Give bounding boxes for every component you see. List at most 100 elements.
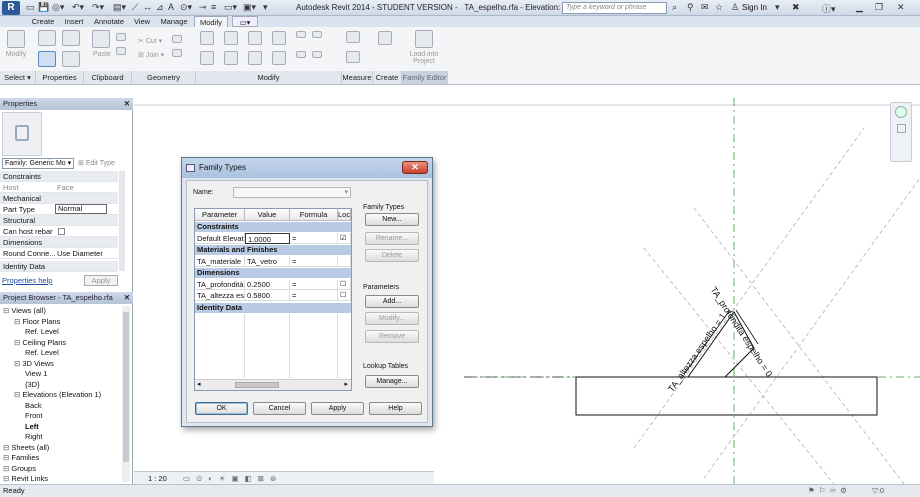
delete-type-button[interactable]: Delete	[365, 249, 419, 262]
col-value[interactable]: Value	[245, 209, 290, 221]
can-host-rebar-checkbox[interactable]	[58, 228, 65, 235]
tab-insert[interactable]: Insert	[61, 16, 87, 27]
group-dimensions[interactable]: Dimensions	[0, 237, 118, 248]
aligned-dimension-icon[interactable]	[346, 51, 360, 63]
grp-dimensions[interactable]: Dimensions	[195, 268, 351, 278]
save-icon[interactable]: 💾	[38, 2, 49, 13]
lock-checkbox[interactable]: ☑	[338, 233, 351, 244]
col-formula[interactable]: Formula	[290, 209, 338, 221]
browser-item[interactable]: ⊟ Revit Links	[3, 474, 48, 482]
close-hidden-icon[interactable]: ▭▾	[224, 2, 237, 13]
help-search-input[interactable]: Type a keyword or phrase	[562, 2, 667, 14]
application-menu-button[interactable]: R	[2, 1, 20, 15]
user-icon[interactable]: ♙	[731, 2, 739, 13]
match-icon[interactable]	[116, 47, 126, 55]
create-similar-icon[interactable]	[378, 31, 392, 45]
browser-item[interactable]: Ref. Level	[25, 348, 59, 359]
lock-checkbox[interactable]: ☐	[338, 279, 351, 290]
tag-icon[interactable]: ⊿	[156, 2, 164, 13]
view-scale[interactable]: 1 : 20	[148, 474, 167, 483]
dialog-title-bar[interactable]: Family Types ✕	[182, 158, 432, 178]
properties-help-link[interactable]: Properties help	[2, 276, 52, 285]
properties-palette-icon[interactable]	[38, 51, 56, 67]
browser-item[interactable]: Right	[25, 432, 43, 443]
switch-windows-icon[interactable]: ▣▾	[243, 2, 256, 13]
tab-manage[interactable]: Manage	[158, 16, 190, 27]
mirror-draw-icon[interactable]	[272, 31, 286, 45]
prop-part-type[interactable]: Part Type Normal	[0, 204, 118, 215]
browser-item[interactable]: ⊟ Sheets (all)	[3, 443, 49, 454]
browser-item[interactable]: ⊟ 3D Views	[14, 359, 54, 370]
browser-item[interactable]: Front	[25, 411, 43, 422]
col-parameter[interactable]: Parameter	[195, 209, 245, 221]
browser-item[interactable]: ⊟ Views (all)	[3, 306, 46, 317]
remove-parameter-button[interactable]: Remove	[365, 330, 419, 343]
browser-item[interactable]: ⊟ Groups	[3, 464, 36, 475]
family-type-selector[interactable]: Family: Generic Mo ▾	[2, 158, 74, 169]
group-constraints[interactable]: Constraints	[0, 171, 118, 182]
properties-apply-button[interactable]: Apply	[84, 275, 118, 286]
sign-in-button[interactable]: Sign In	[742, 3, 767, 12]
paste-icon[interactable]	[92, 30, 110, 48]
join-button[interactable]: ⊞ Join ▾	[138, 51, 168, 59]
browser-item[interactable]: ⊟ Families	[3, 453, 39, 464]
browser-item[interactable]: Ref. Level	[25, 327, 59, 338]
param-value-input[interactable]: 0.2500	[245, 279, 290, 290]
group-identity-data[interactable]: Identity Data	[0, 261, 118, 272]
param-value-input[interactable]: 1.0000	[245, 233, 290, 244]
angled-ref-plane-1[interactable]	[633, 127, 865, 449]
parameters-grid[interactable]: Parameter Value Formula Loc Constraints …	[194, 208, 352, 391]
param-row[interactable]: TA_profondità 0.2500 = ☐	[195, 279, 351, 290]
split-gap-icon[interactable]	[312, 31, 322, 38]
param-formula-input[interactable]: =	[290, 290, 338, 301]
param-value-input[interactable]: 0.5800	[245, 290, 290, 301]
align-icon[interactable]	[200, 31, 214, 45]
rotate-icon[interactable]	[248, 51, 262, 65]
host-extrusion-rect[interactable]	[575, 376, 878, 416]
param-formula-input[interactable]: =	[290, 256, 338, 267]
mirror-axis-icon[interactable]	[248, 31, 262, 45]
array-icon[interactable]	[296, 51, 306, 58]
copy-icon[interactable]	[116, 33, 126, 41]
edit-type-button[interactable]: ⊞ Edit Type	[78, 158, 115, 169]
dimension-icon[interactable]: ↔	[143, 2, 152, 12]
zoom-icon[interactable]	[897, 124, 906, 133]
ok-button[interactable]: OK	[195, 402, 248, 415]
apply-button[interactable]: Apply	[311, 402, 364, 415]
prop-can-host-rebar[interactable]: Can host rebar	[0, 226, 118, 237]
cut-button[interactable]: ✂ Cut ▾	[138, 37, 168, 45]
status-filter-icons[interactable]: ⚑⚐♾⚙	[808, 485, 851, 497]
view-control-icons[interactable]: ▭⊙◐☀▣◧⊠⊛	[183, 474, 282, 483]
close-browser-icon[interactable]: ✕	[124, 292, 130, 304]
3d-view-icon[interactable]: ⊙▾	[180, 2, 192, 13]
load-into-project-icon[interactable]	[415, 30, 433, 48]
thin-lines-icon[interactable]: ≡	[211, 2, 216, 12]
family-types-icon[interactable]	[62, 30, 80, 46]
param-row[interactable]: TA_materiale TA_vetro =	[195, 256, 351, 267]
grp-materials[interactable]: Materials and Finishes	[195, 245, 351, 255]
help-button[interactable]: Help	[369, 402, 422, 415]
sync-icon[interactable]: ◎▾	[52, 2, 64, 13]
family-category-icon[interactable]	[38, 30, 56, 46]
copy-element-icon[interactable]	[224, 51, 238, 65]
param-row[interactable]: TA_altezza esp 0.5800 = ☐	[195, 290, 351, 301]
param-row[interactable]: Default Elevati 1.0000 = ☑	[195, 233, 351, 244]
measure-icon-large[interactable]	[346, 31, 360, 43]
prop-round-connector[interactable]: Round Conne... Use Diameter	[0, 248, 118, 259]
browser-item[interactable]: View 1	[25, 369, 47, 380]
param-value-input[interactable]: TA_vetro	[245, 256, 290, 267]
tab-annotate[interactable]: Annotate	[92, 16, 126, 27]
favorites-star-icon[interactable]: ☆	[715, 2, 723, 13]
filter-icon[interactable]: ▽:0	[872, 485, 884, 497]
open-icon[interactable]: ▭	[26, 2, 35, 13]
grp-constraints[interactable]: Constraints	[195, 222, 351, 232]
new-type-button[interactable]: New...	[365, 213, 419, 226]
browser-item[interactable]: ⊟ Ceiling Plans	[14, 338, 66, 349]
lock-checkbox[interactable]: ☐	[338, 290, 351, 301]
cancel-button[interactable]: Cancel	[253, 402, 306, 415]
minimize-icon[interactable]: ▁	[856, 2, 863, 13]
split-icon[interactable]	[296, 31, 306, 38]
help-icon[interactable]: ⓘ▾	[822, 2, 836, 15]
ribbon-minimize-toggle[interactable]: ▭▾	[232, 16, 258, 27]
group-structural[interactable]: Structural	[0, 215, 118, 226]
